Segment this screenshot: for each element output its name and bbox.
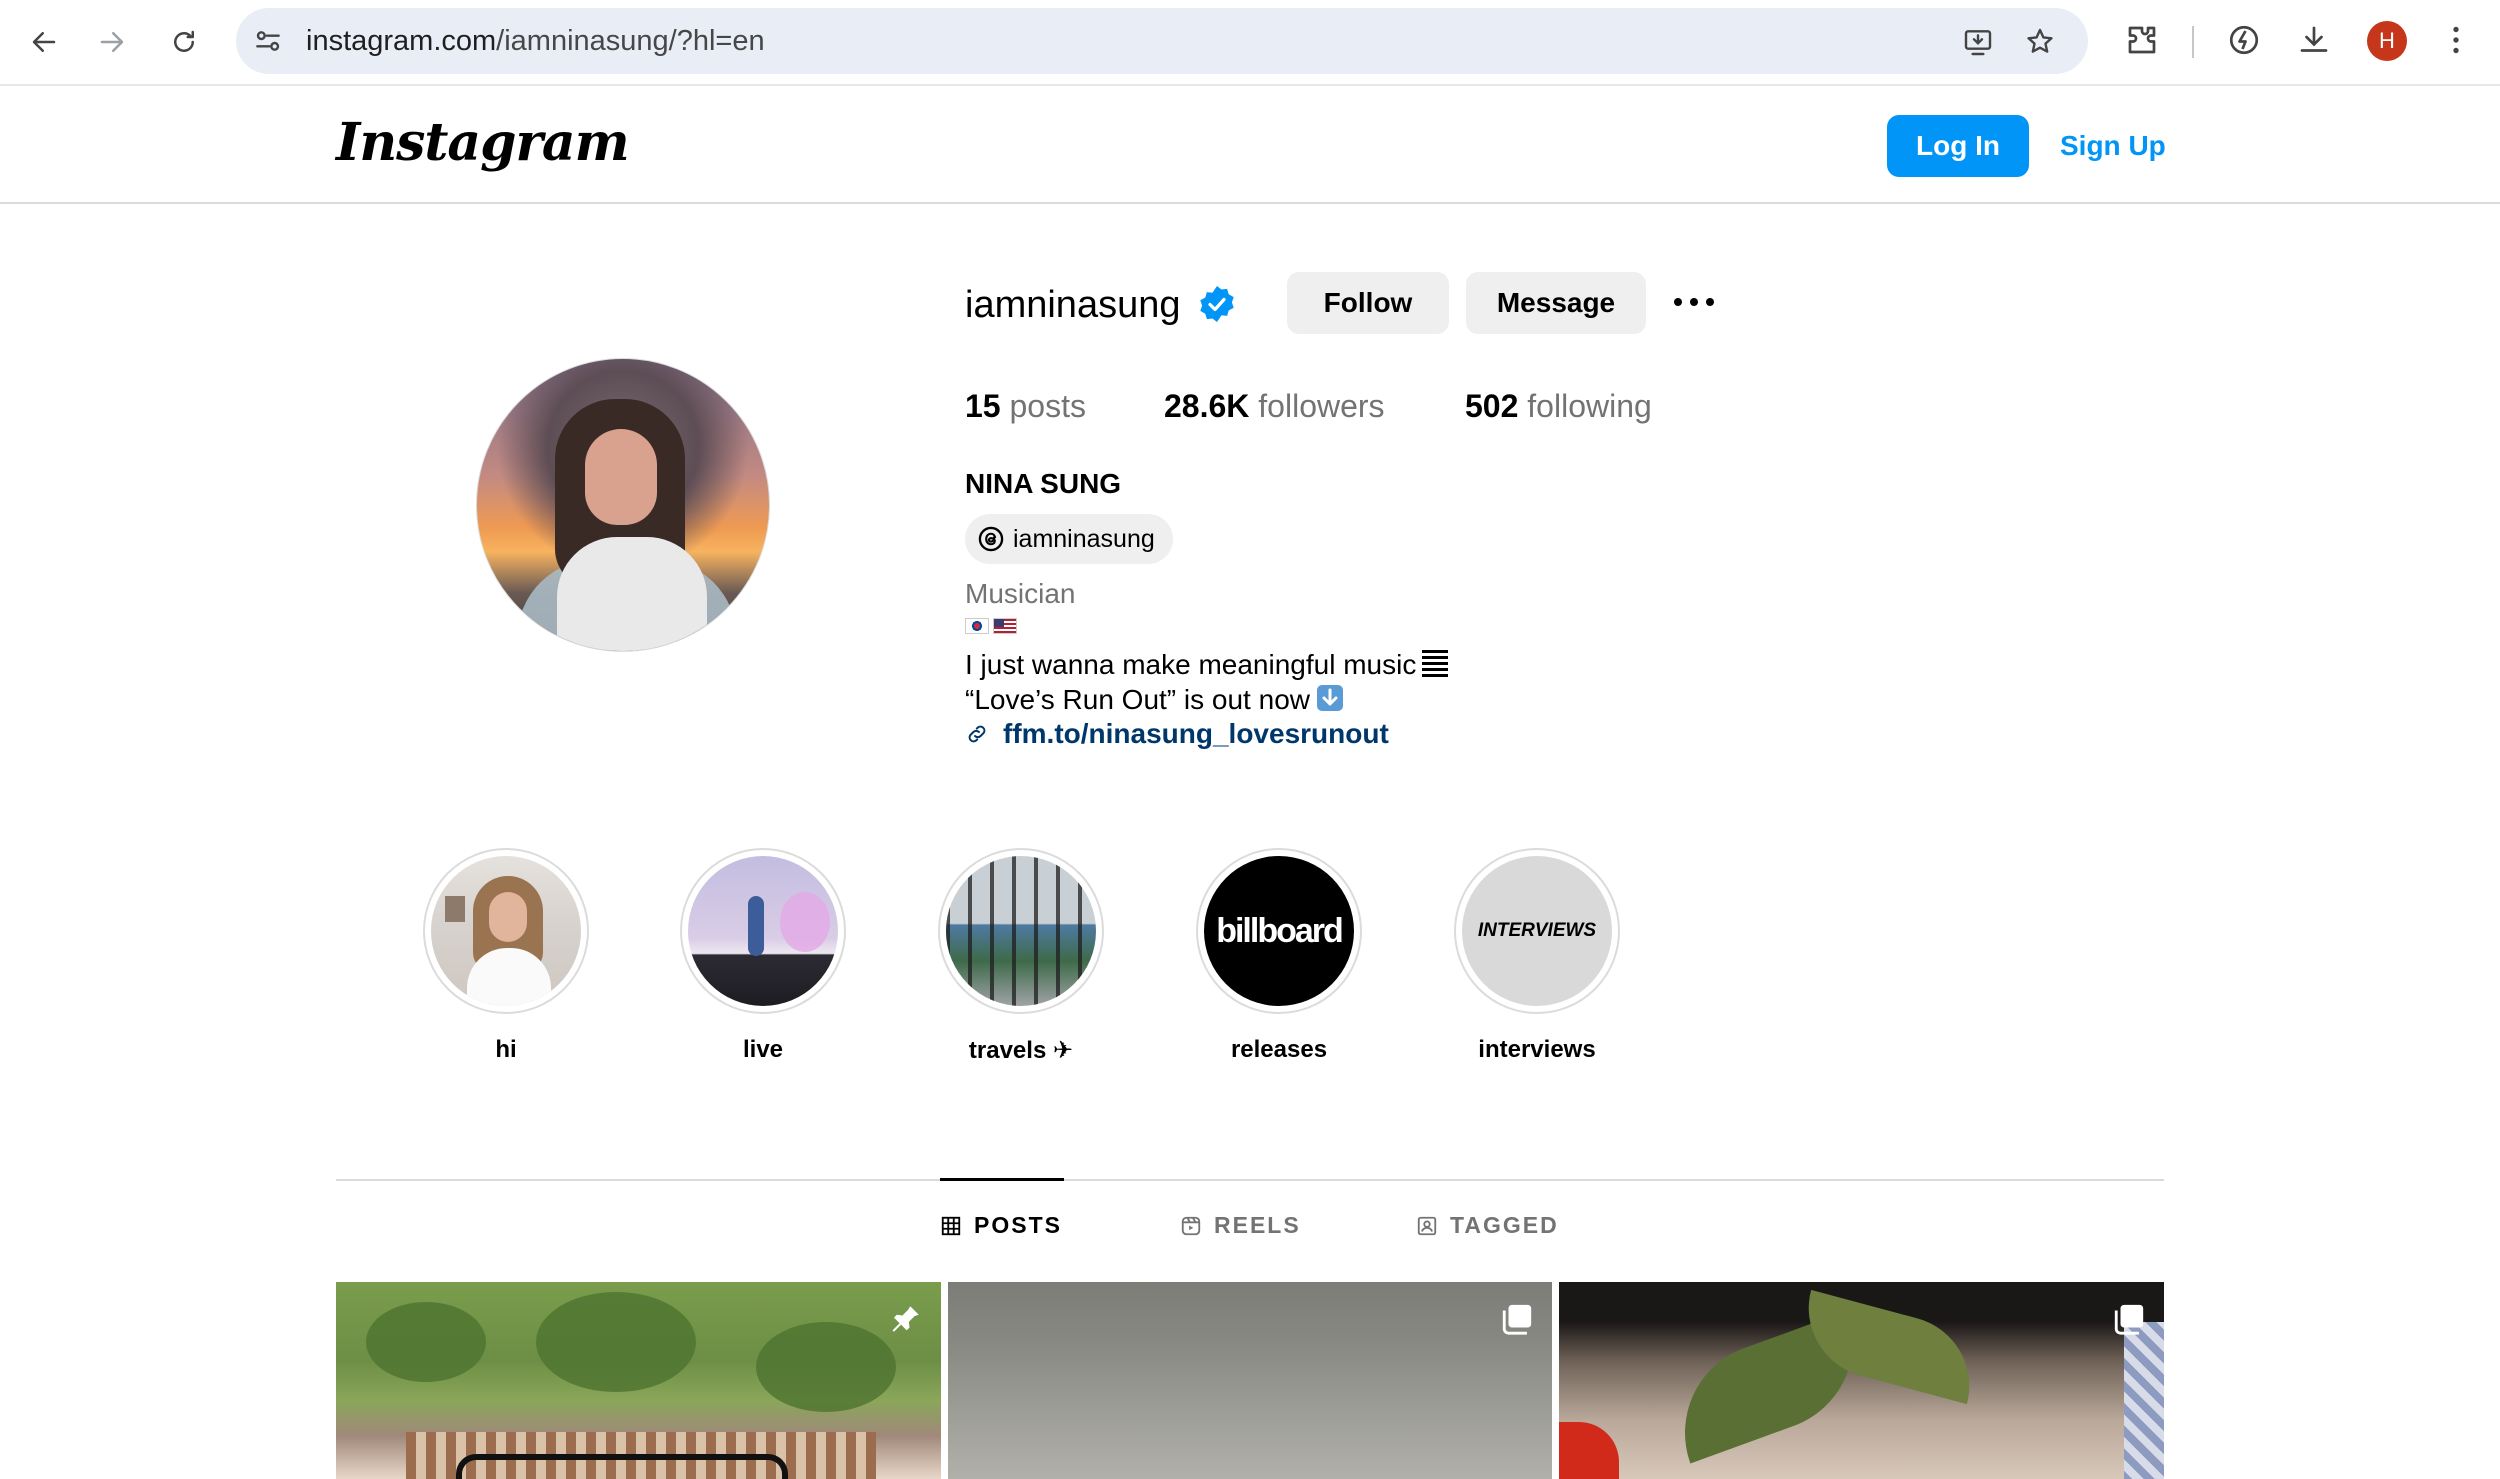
download-icon[interactable] [2296,22,2332,58]
post-tile[interactable] [336,1282,941,1479]
verified-badge-icon [1200,286,1234,322]
profile-avatar[interactable] [476,358,770,652]
more-options-icon[interactable] [1670,290,1718,314]
tabs-divider [336,1179,2164,1181]
profile-full-name: NINA SUNG [965,468,1122,499]
profile-category: Musician [965,578,1076,609]
post-tile[interactable] [948,1282,1552,1479]
instagram-logo[interactable]: Instagram [336,112,630,173]
us-flag-icon [993,618,1017,634]
tagged-icon [1417,1216,1437,1235]
url-domain: instagram.com [306,25,497,57]
bio-line-2: “Love’s Run Out” is out now [965,684,1344,719]
highlight-cover [688,856,838,1006]
bio-line-1: I just wanna make meaningful music [965,648,1449,685]
signup-link[interactable]: Sign Up [2060,115,2166,177]
back-button[interactable] [20,18,68,66]
browser-toolbar: instagram.com/iamninasung/?hl=en H [0,0,2500,86]
menu-kebab-icon[interactable] [2438,22,2474,58]
highlight-interviews[interactable]: INTERVIEWS interviews [1452,848,1622,1064]
bio-link[interactable]: ffm.to/ninasung_lovesrunout [965,718,1389,750]
toolbar-separator [2192,26,2194,58]
message-button[interactable]: Message [1466,272,1646,334]
posts-count: 15 posts [965,388,1086,424]
followers-count[interactable]: 28.6K followers [1164,388,1385,425]
install-app-icon[interactable] [1962,26,1994,58]
billboard-logo: billboard [1216,911,1344,950]
highlight-label: releases [1230,1036,1328,1063]
bookmark-star-icon[interactable] [2024,26,2056,58]
site-settings-icon[interactable] [252,25,284,57]
threads-icon [978,526,1004,552]
grid-icon [941,1216,961,1235]
instagram-header: Instagram Log In Sign Up [0,86,2500,204]
pin-icon [892,1306,919,1332]
highlight-live[interactable]: live [678,848,848,1064]
kr-flag-icon [965,618,989,634]
highlight-label: hi [495,1036,517,1063]
highlight-travels[interactable]: travels ✈ [936,848,1106,1065]
bio-flags [965,618,1017,634]
reels-icon [1181,1216,1201,1235]
follow-button[interactable]: Follow [1287,272,1449,334]
url-path: /iamninasung/?hl=en [496,25,765,57]
active-tab-indicator [940,1178,1064,1181]
following-count[interactable]: 502 following [1465,388,1652,425]
threads-handle: iamninasung [1013,524,1155,553]
login-button[interactable]: Log In [1887,115,2029,177]
highlight-label: travels ✈ [968,1037,1074,1064]
carousel-icon [2114,1304,2144,1335]
carousel-icon [1502,1304,1532,1335]
highlight-label: interviews [1478,1036,1596,1063]
back-arrow-icon [32,32,56,52]
performance-icon[interactable] [2226,22,2262,58]
highlight-cover: billboard [1204,856,1354,1006]
highlight-cover [431,856,581,1006]
highlight-cover [946,856,1096,1006]
tab-reels[interactable]: REELS [1180,1212,1301,1239]
forward-button[interactable] [88,18,136,66]
url-text[interactable]: instagram.com/iamninasung/?hl=en [306,8,765,74]
sound-bars-icon [1422,648,1449,685]
tab-posts[interactable]: POSTS [940,1212,1062,1239]
tab-tagged[interactable]: TAGGED [1416,1212,1559,1239]
highlight-hi[interactable]: hi [421,848,591,1064]
post-tile[interactable] [1559,1282,2164,1479]
interviews-cover-text: INTERVIEWS [1477,920,1597,941]
extensions-icon[interactable] [2124,22,2160,58]
bio-link-text: ffm.to/ninasung_lovesrunout [1003,718,1389,749]
highlight-releases[interactable]: billboard releases [1194,848,1364,1064]
address-bar[interactable]: instagram.com/iamninasung/?hl=en [236,8,2088,74]
threads-link[interactable]: iamninasung [965,514,1173,564]
forward-arrow-icon [100,32,124,52]
highlight-cover: INTERVIEWS [1462,856,1612,1006]
reload-button[interactable] [160,18,208,66]
link-icon [968,725,986,743]
reload-icon [174,30,194,52]
down-arrow-emoji-icon [1316,684,1344,719]
browser-profile-avatar[interactable]: H [2367,21,2407,61]
highlight-label: live [742,1036,784,1063]
profile-username: iamninasung [965,284,1181,326]
